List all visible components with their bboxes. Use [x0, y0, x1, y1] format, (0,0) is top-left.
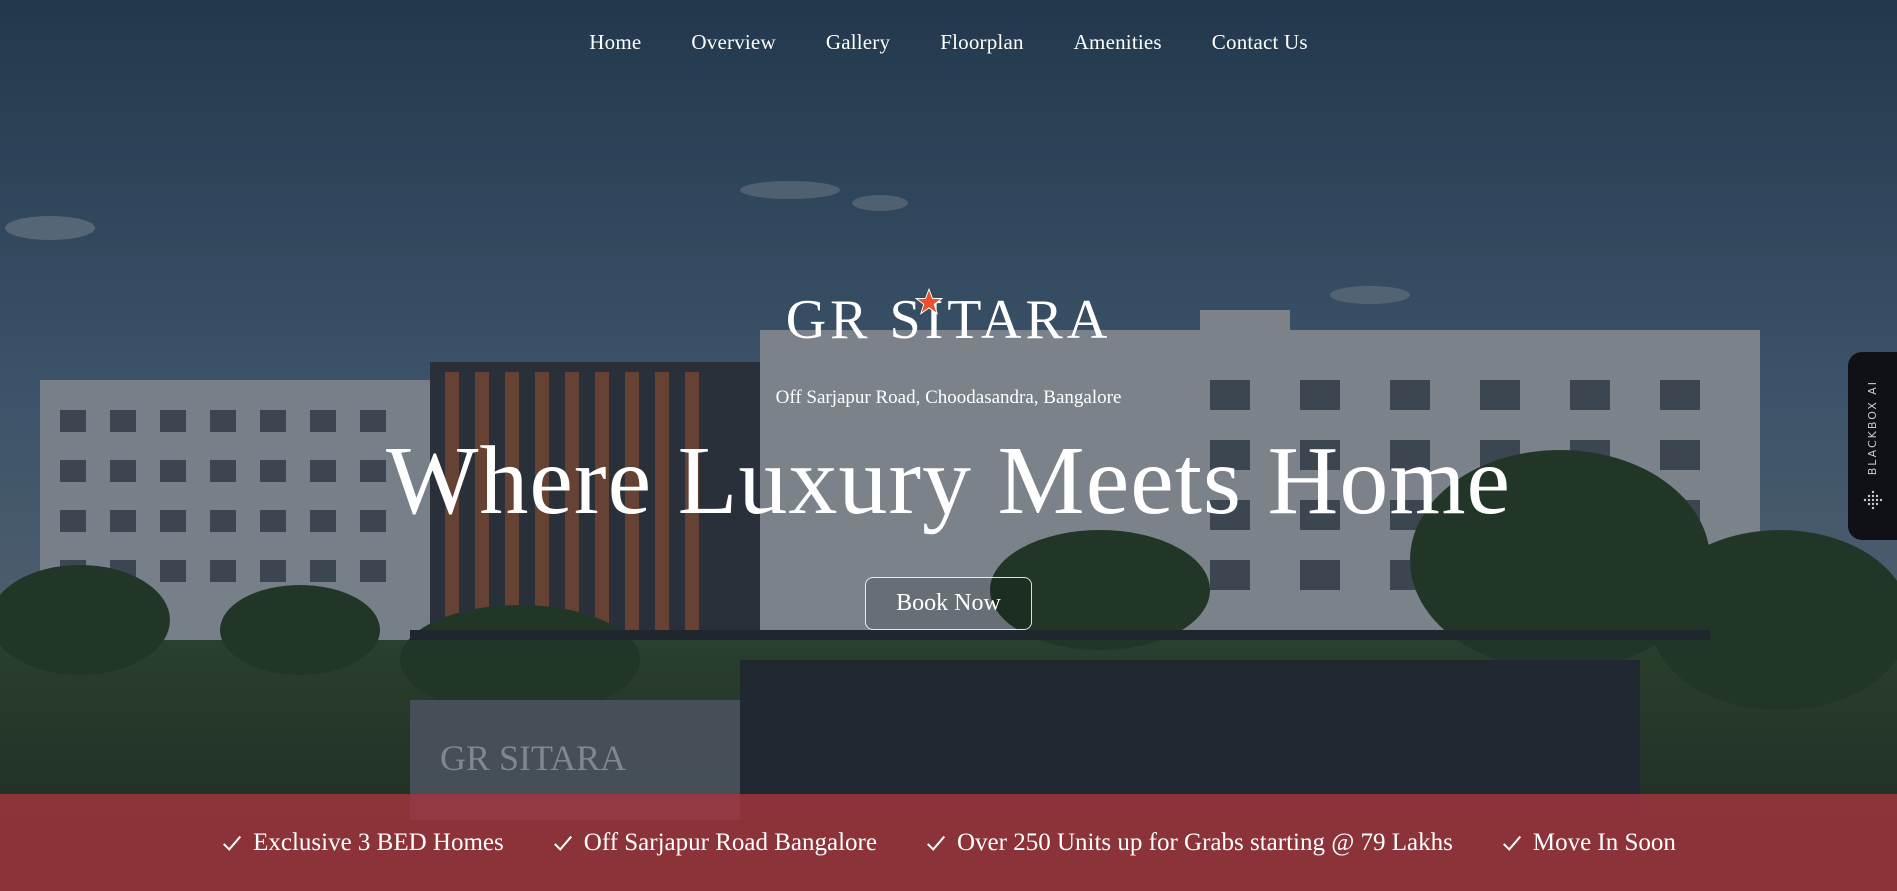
check-icon	[223, 835, 242, 851]
hero-headline: Where Luxury Meets Home	[385, 427, 1512, 535]
nav-gallery[interactable]: Gallery	[826, 30, 890, 55]
nav-amenities[interactable]: Amenities	[1074, 30, 1162, 55]
check-icon	[927, 835, 945, 851]
dots-icon	[1863, 491, 1882, 510]
nav-overview[interactable]: Overview	[691, 30, 775, 55]
hero-section: GR SITARA Home Overview Gallery Floorpla…	[0, 0, 1897, 891]
nav-floorplan[interactable]: Floorplan	[940, 30, 1023, 55]
check-icon	[1502, 835, 1521, 851]
feature-item: Off Sarjapur Road Bangalore	[552, 829, 877, 857]
book-now-button[interactable]: Book Now	[865, 577, 1032, 630]
feature-item: Move In Soon	[1501, 829, 1676, 857]
feature-label: Move In Soon	[1532, 828, 1676, 856]
nav-home[interactable]: Home	[589, 30, 641, 55]
nav-contact-us[interactable]: Contact Us	[1212, 30, 1308, 55]
feature-label: Off Sarjapur Road Bangalore	[583, 828, 877, 856]
blackbox-ai-widget[interactable]: BLACKBOX AI	[1848, 352, 1897, 540]
cta-container: Book Now	[0, 577, 1897, 630]
widget-label: BLACKBOX AI	[1866, 380, 1879, 476]
feature-label: Exclusive 3 BED Homes	[253, 828, 504, 856]
check-icon	[553, 835, 572, 851]
project-address: Off Sarjapur Road, Choodasandra, Bangalo…	[775, 387, 1122, 408]
feature-label: Over 250 Units up for Grabs starting @ 7…	[956, 828, 1453, 856]
star-icon	[915, 288, 943, 315]
feature-bar: Exclusive 3 BED Homes Off Sarjapur Road …	[0, 794, 1897, 891]
logo-text: GR SITARA	[785, 289, 1112, 351]
main-nav: Home Overview Gallery Floorplan Amenitie…	[0, 30, 1897, 55]
feature-item: Exclusive 3 BED Homes	[221, 829, 504, 857]
brand-logo: GR SITARA	[0, 288, 1897, 352]
feature-item: Over 250 Units up for Grabs starting @ 7…	[925, 829, 1453, 857]
